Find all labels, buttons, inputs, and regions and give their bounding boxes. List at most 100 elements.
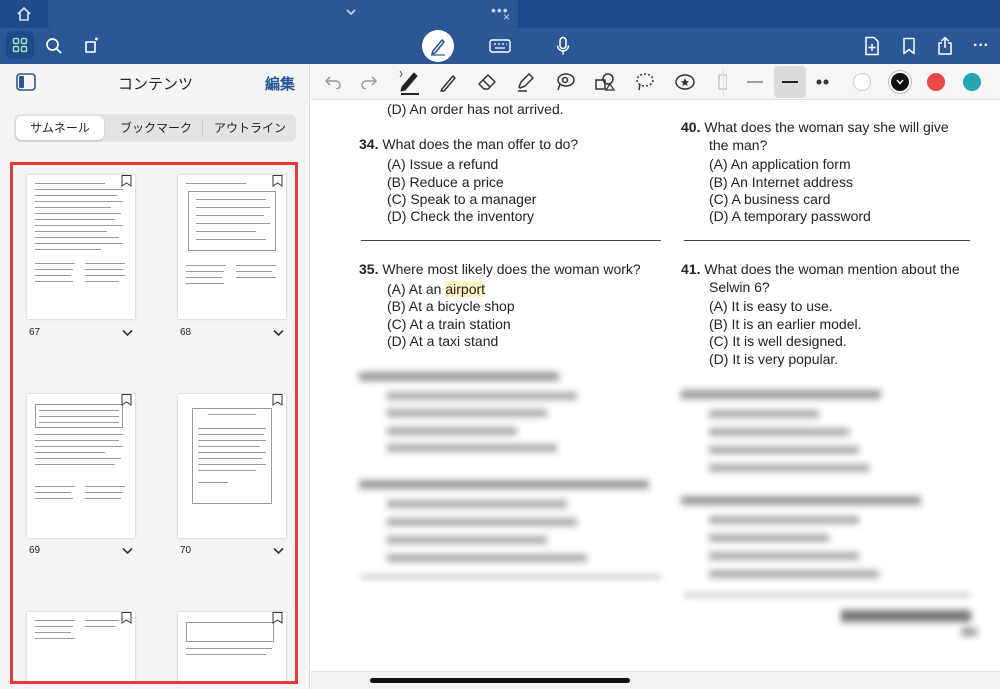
question-text: What does the man offer to do? — [382, 136, 579, 152]
thumb-text-line — [198, 428, 266, 429]
add-page-button[interactable] — [858, 32, 886, 60]
thumb-text-line — [35, 231, 107, 232]
thumb-text-line — [85, 626, 115, 627]
sticker-tool[interactable] — [671, 68, 699, 96]
option-40b: (B) An Internet address — [709, 174, 853, 190]
chevron-down-icon[interactable] — [273, 329, 284, 337]
question-35: 35. Where most likely does the woman wor… — [359, 261, 641, 278]
thumb-text-line — [35, 183, 105, 184]
thumbnail-bookmark-icon[interactable] — [121, 175, 132, 187]
color-black-swatch[interactable] — [889, 71, 911, 93]
add-page-icon — [865, 36, 879, 56]
grid-view-button[interactable] — [6, 31, 34, 59]
pen-mode-icon — [431, 39, 445, 56]
thumb-text-line — [35, 486, 75, 487]
thumbnail-page-68[interactable] — [178, 175, 286, 319]
home-indicator[interactable] — [370, 678, 630, 683]
pencil-tool[interactable] — [435, 68, 463, 96]
pen-tool[interactable] — [395, 66, 425, 98]
blurred-line — [709, 534, 829, 542]
tab-thumbnails[interactable]: サムネール — [16, 116, 104, 140]
shape-tool[interactable] — [591, 68, 619, 96]
highlighter-tool[interactable] — [511, 68, 539, 96]
thumb-text-line — [35, 626, 73, 627]
chevron-down-icon[interactable] — [122, 329, 133, 337]
lasso-tool[interactable] — [551, 68, 579, 96]
option-34a: (A) Issue a refund — [387, 156, 499, 172]
tab-bookmarks[interactable]: ブックマーク — [110, 114, 202, 142]
lasso-select-tool[interactable] — [631, 68, 659, 96]
option-40a: (A) An application form — [709, 156, 851, 172]
more-button[interactable]: ··· — [967, 32, 995, 60]
thumb-text-line — [35, 281, 73, 282]
pen-mode-button[interactable] — [422, 30, 454, 62]
thickness-dotted[interactable] — [809, 68, 837, 96]
thumb-text-line — [85, 498, 121, 499]
thumb-text-line — [236, 277, 276, 278]
question-text-cont: the man? — [709, 137, 768, 153]
thumbnail-page-69[interactable] — [27, 394, 135, 538]
thumb-text-line — [35, 275, 71, 276]
keyboard-icon — [489, 39, 511, 53]
bookmark-button[interactable] — [895, 32, 923, 60]
document-tab[interactable] — [48, 0, 518, 28]
thumb-text-line — [35, 446, 123, 447]
chevron-down-icon[interactable] — [122, 547, 133, 555]
sidebar-segmented-control: サムネール ブックマーク アウトライン — [14, 114, 296, 142]
chevron-down-icon[interactable] — [273, 547, 284, 555]
blurred-line — [709, 464, 869, 472]
color-teal-swatch[interactable] — [963, 73, 981, 91]
thickness-medium[interactable] — [774, 66, 806, 98]
undo-icon — [324, 76, 341, 89]
thumbnail-page-67[interactable] — [27, 175, 135, 319]
stamp-button[interactable] — [78, 32, 106, 60]
thumbnail-page-71[interactable] — [27, 612, 135, 681]
thumbnail-bookmark-icon[interactable] — [121, 394, 132, 406]
question-number: 40. — [681, 119, 701, 135]
thumb-text-line — [35, 243, 123, 244]
tab-outline[interactable]: アウトライン — [204, 114, 296, 142]
color-white-swatch[interactable] — [853, 73, 871, 91]
eraser-tool[interactable] — [473, 68, 501, 96]
microphone-icon — [556, 36, 570, 55]
thumb-text-line — [35, 263, 75, 264]
thumb-text-line — [196, 231, 256, 232]
share-icon — [938, 36, 952, 55]
edit-button[interactable]: 編集 — [265, 73, 295, 94]
search-button[interactable] — [40, 32, 68, 60]
more-tools-button[interactable] — [707, 68, 735, 96]
thumbnail-page-72[interactable] — [178, 612, 286, 681]
bookmark-icon — [903, 37, 915, 55]
blurred-line — [709, 516, 859, 524]
thickness-thin[interactable] — [741, 68, 769, 96]
microphone-button[interactable] — [549, 32, 577, 60]
medium-line-icon — [782, 81, 798, 83]
thumb-text-line — [198, 458, 262, 459]
thumbnail-bookmark-icon[interactable] — [272, 175, 283, 187]
tab-close-icon[interactable]: × — [503, 10, 510, 24]
thumb-text-line — [196, 223, 270, 224]
contents-sidebar: コンテンツ 編集 サムネール ブックマーク アウトライン 67 68 69 70 — [0, 64, 310, 689]
thumbnail-bookmark-icon[interactable] — [272, 394, 283, 406]
page-number-70: 70 — [180, 545, 192, 556]
redo-button[interactable] — [355, 68, 383, 96]
thumbnail-bookmark-icon[interactable] — [272, 612, 283, 624]
keyboard-button[interactable] — [486, 32, 514, 60]
share-button[interactable] — [931, 32, 959, 60]
blurred-line — [359, 480, 649, 489]
thumb-text-line — [35, 464, 115, 465]
highlighted-word: airport — [445, 281, 486, 297]
undo-button[interactable] — [319, 68, 347, 96]
thumb-text-line — [198, 482, 228, 483]
blurred-line — [387, 536, 547, 544]
sidebar-header: コンテンツ 編集 — [0, 64, 310, 100]
thumbnail-page-70[interactable] — [178, 394, 286, 538]
toolbar-divider — [723, 68, 724, 96]
thumbnail-grid: 67 68 69 70 — [10, 162, 298, 684]
thumbnail-bookmark-icon[interactable] — [121, 612, 132, 624]
home-button[interactable] — [10, 3, 38, 25]
color-red-swatch[interactable] — [927, 73, 945, 91]
sidebar-toggle-icon[interactable] — [16, 73, 36, 91]
lasso-icon — [557, 73, 575, 91]
chevron-down-icon[interactable] — [344, 5, 358, 19]
